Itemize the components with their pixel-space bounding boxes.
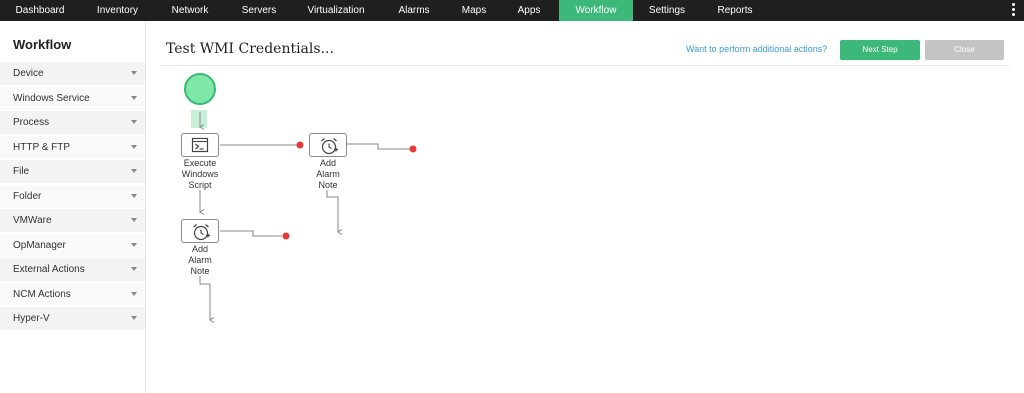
sidebar-item-windows-service[interactable]: Windows Service	[0, 87, 145, 110]
caret-down-icon	[131, 96, 137, 100]
connector-arrow	[326, 190, 343, 235]
sidebar-item-label: Device	[13, 68, 44, 79]
caret-down-icon	[131, 145, 137, 149]
nav-reports[interactable]: Reports	[701, 0, 769, 21]
node-add-alarm-note-2[interactable]	[181, 219, 219, 243]
sidebar-item-label: HTTP & FTP	[13, 142, 71, 153]
additional-actions-link[interactable]: Want to perform additional actions?	[686, 44, 827, 54]
header-divider	[160, 65, 1010, 66]
caret-down-icon	[131, 169, 137, 173]
sidebar-item-label: OpManager	[13, 240, 66, 251]
sidebar-item-http-ftp[interactable]: HTTP & FTP	[0, 136, 145, 159]
nav-alarms[interactable]: Alarms	[379, 0, 449, 21]
sidebar-item-folder[interactable]: Folder	[0, 185, 145, 208]
sidebar-item-ncm-actions[interactable]: NCM Actions	[0, 283, 145, 306]
more-options-icon[interactable]	[1012, 3, 1016, 17]
sidebar: Workflow Device Windows Service Process …	[0, 21, 146, 393]
end-point[interactable]	[282, 232, 290, 240]
sidebar-item-file[interactable]: File	[0, 160, 145, 183]
sidebar-item-label: Windows Service	[13, 93, 90, 104]
sidebar-item-opmanager[interactable]: OpManager	[0, 234, 145, 257]
caret-down-icon	[131, 243, 137, 247]
sidebar-item-label: Folder	[13, 191, 42, 202]
node-execute-windows-script[interactable]	[181, 133, 219, 157]
caret-down-icon	[131, 194, 137, 198]
page-title: Test WMI Credentials...	[166, 41, 334, 57]
node-label: Add Alarm Note	[188, 244, 212, 276]
sidebar-item-process[interactable]: Process	[0, 111, 145, 134]
nav-settings[interactable]: Settings	[633, 0, 701, 21]
caret-down-icon	[131, 218, 137, 222]
connector-line	[347, 143, 410, 150]
nav-dashboard[interactable]: Dashboard	[0, 0, 80, 21]
end-point[interactable]	[409, 145, 417, 153]
node-add-alarm-note-1[interactable]	[309, 133, 347, 157]
caret-down-icon	[131, 71, 137, 75]
sidebar-item-label: NCM Actions	[13, 289, 71, 300]
caret-down-icon	[131, 292, 137, 296]
node-label: Execute Windows Script	[181, 158, 219, 190]
start-node[interactable]	[184, 73, 216, 105]
sidebar-item-vmware[interactable]: VMWare	[0, 209, 145, 232]
alarm-clock-icon	[193, 224, 210, 241]
sidebar-item-external-actions[interactable]: External Actions	[0, 258, 145, 281]
close-button[interactable]: Close	[925, 40, 1004, 60]
nav-apps[interactable]: Apps	[499, 0, 559, 21]
sidebar-item-device[interactable]: Device	[0, 62, 145, 85]
nav-servers[interactable]: Servers	[225, 0, 293, 21]
caret-down-icon	[131, 316, 137, 320]
nav-workflow[interactable]: Workflow	[559, 0, 633, 21]
nav-inventory[interactable]: Inventory	[80, 0, 155, 21]
nav-maps[interactable]: Maps	[449, 0, 499, 21]
start-connector-highlight	[191, 110, 207, 128]
sidebar-item-label: Process	[13, 117, 50, 128]
sidebar-title: Workflow	[13, 37, 72, 52]
next-step-button[interactable]: Next Step	[840, 40, 920, 60]
nav-virtualization[interactable]: Virtualization	[293, 0, 379, 21]
caret-down-icon	[131, 267, 137, 271]
sidebar-item-hyper-v[interactable]: Hyper-V	[0, 307, 145, 330]
sidebar-item-label: External Actions	[13, 264, 85, 275]
sidebar-item-label: File	[13, 166, 30, 177]
alarm-clock-icon	[321, 138, 338, 155]
caret-down-icon	[131, 120, 137, 124]
end-point[interactable]	[296, 141, 304, 149]
top-nav: Dashboard Inventory Network Servers Virt…	[0, 0, 1024, 21]
terminal-icon	[191, 137, 209, 153]
sidebar-item-label: VMWare	[13, 215, 52, 226]
connector-line	[220, 230, 282, 237]
node-label: Add Alarm Note	[316, 158, 340, 190]
sidebar-item-label: Hyper-V	[13, 313, 50, 324]
connector-arrow	[199, 276, 215, 323]
nav-network[interactable]: Network	[155, 0, 225, 21]
